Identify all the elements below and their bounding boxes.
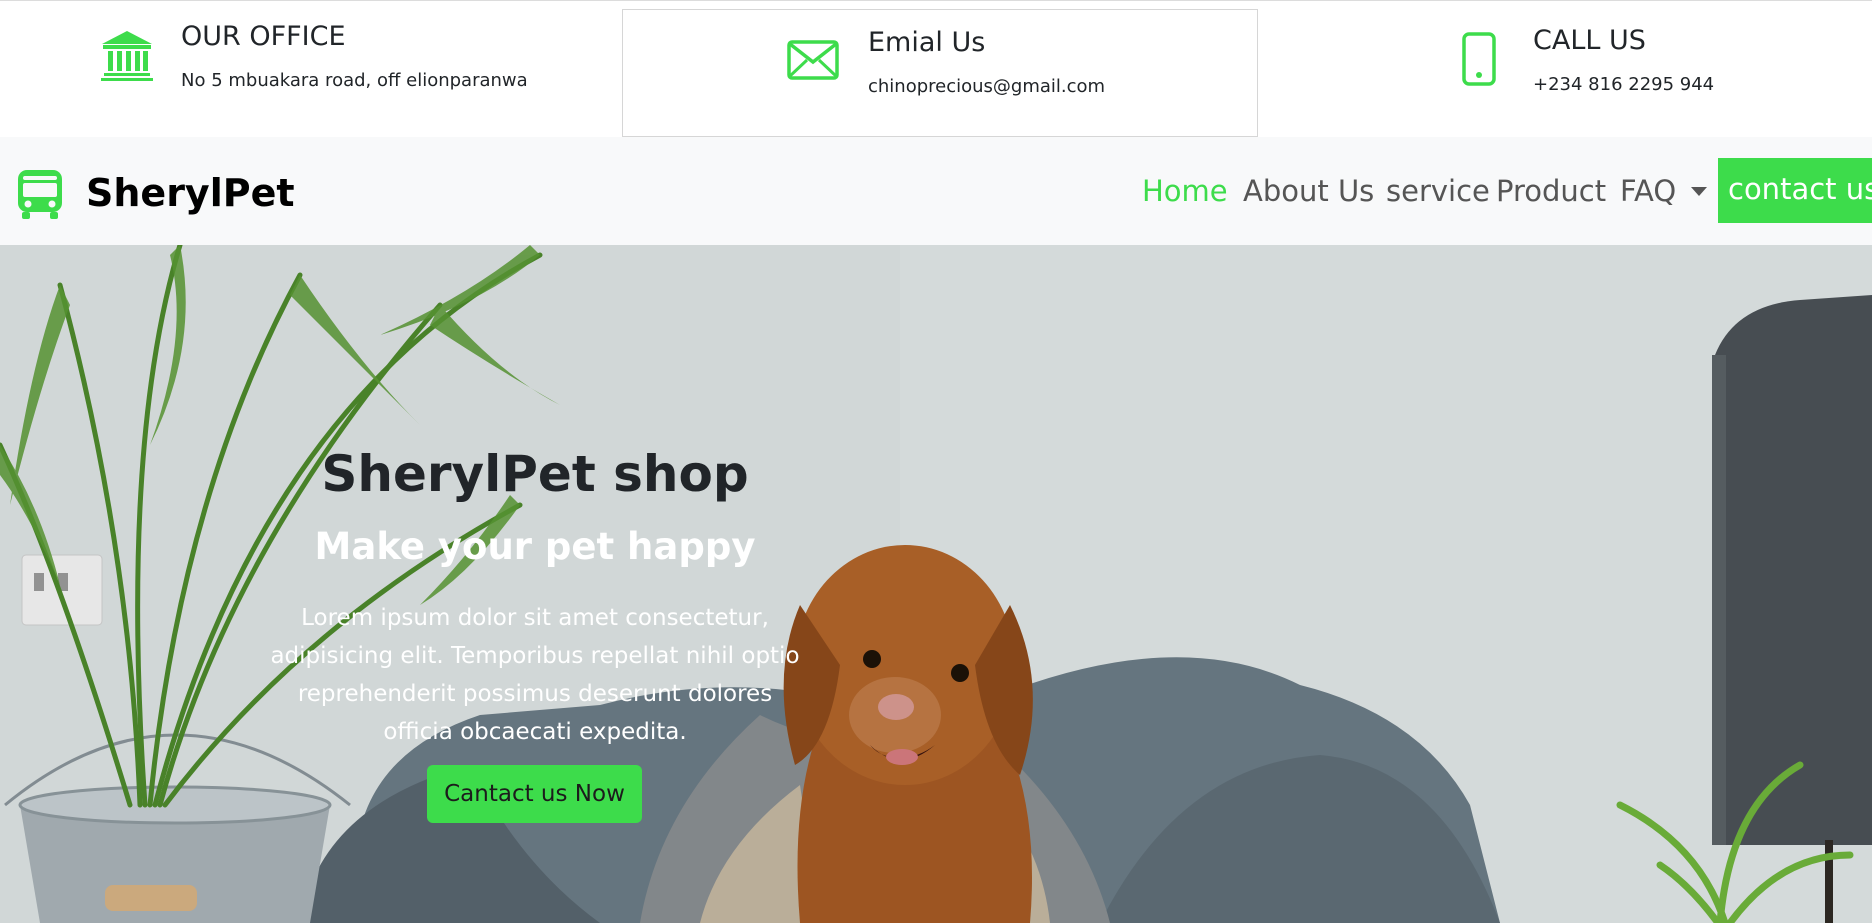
brand-name[interactable]: SherylPet (86, 171, 295, 215)
hero-background-image (0, 245, 1872, 923)
contact-us-now-button[interactable]: Cantact us Now (427, 765, 642, 823)
nav-home[interactable]: Home (1142, 174, 1228, 208)
office-info: OUR OFFICE No 5 mbuakara road, off elion… (0, 9, 622, 137)
email-info: Emial Us chinoprecious@gmail.com (622, 9, 1258, 137)
office-title: OUR OFFICE (181, 21, 346, 52)
email-title: Emial Us (868, 27, 986, 58)
bus-icon[interactable] (14, 168, 66, 220)
contact-info-bar: OUR OFFICE No 5 mbuakara road, off elion… (0, 0, 1872, 137)
office-address: No 5 mbuakara road, off elionparanwa (181, 70, 528, 91)
nav-about-us[interactable]: About Us (1243, 174, 1374, 208)
phone-title: CALL US (1533, 25, 1646, 56)
contact-us-button[interactable]: contact us (1718, 158, 1872, 223)
envelope-icon (787, 40, 839, 80)
hero-section: SherylPet shop Make your pet happy Lorem… (0, 245, 1872, 923)
nav-product[interactable]: Product (1496, 174, 1606, 208)
navbar: SherylPet Home About Us service Product … (0, 137, 1872, 245)
bank-icon (101, 31, 153, 81)
hero-subtitle: Make your pet happy (314, 525, 756, 568)
phone-number[interactable]: +234 816 2295 944 (1533, 74, 1714, 95)
phone-info: CALL US +234 816 2295 944 (1258, 9, 1872, 137)
hero-title: SherylPet shop (321, 445, 749, 503)
phone-icon (1462, 32, 1496, 86)
nav-service[interactable]: service (1386, 174, 1490, 208)
hero-description: Lorem ipsum dolor sit amet consectetur, … (270, 605, 800, 745)
nav-faq[interactable]: FAQ (1620, 174, 1676, 208)
email-address[interactable]: chinoprecious@gmail.com (868, 76, 1105, 97)
faq-dropdown-caret-icon[interactable] (1691, 187, 1707, 196)
